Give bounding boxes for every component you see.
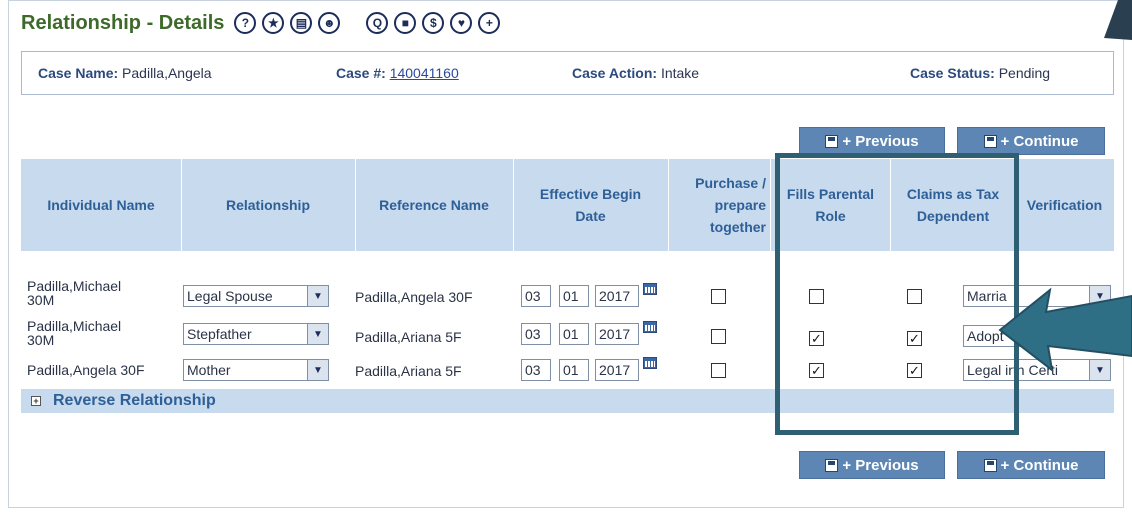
stop-icon[interactable]: ■	[394, 12, 417, 34]
case-status: Case Status: Pending	[910, 65, 1051, 81]
col-relationship: Relationship	[181, 159, 356, 251]
dollar-icon[interactable]: $	[422, 12, 445, 34]
case-number: Case #: 140041160	[336, 65, 459, 81]
reference-name: Padilla,Angela 30F	[355, 289, 473, 305]
case-name: Case Name: Padilla,Angela	[38, 65, 212, 81]
calendar-icon[interactable]	[643, 357, 657, 369]
expand-icon[interactable]: +	[31, 396, 41, 406]
chevron-down-icon: ▼	[307, 324, 328, 344]
previous-button-top[interactable]: + Previous	[799, 127, 945, 155]
purchase-checkbox[interactable]	[711, 363, 726, 378]
year-input[interactable]: 2017	[595, 359, 639, 381]
case-action: Case Action: Intake	[572, 65, 700, 81]
case-number-link[interactable]: 140041160	[390, 65, 459, 81]
document-icon[interactable]: ▤	[290, 12, 313, 34]
col-individual-name: Individual Name	[21, 159, 182, 251]
person-icon[interactable]: ☻	[318, 12, 341, 34]
title-bar: Relationship - Details ? ★ ▤ ☻ Q ■ $ ♥ +	[21, 7, 501, 39]
save-icon	[983, 134, 997, 148]
case-summary: Case Name: Padilla,Angela Case #: 140041…	[21, 51, 1114, 95]
pointer-arrow-icon	[998, 287, 1132, 373]
purchase-checkbox[interactable]	[711, 329, 726, 344]
help-icon[interactable]: ?	[234, 12, 257, 34]
col-effective-begin-date: Effective Begin Date	[513, 159, 669, 251]
day-input[interactable]: 01	[559, 359, 589, 381]
star-icon[interactable]: ★	[262, 12, 285, 34]
continue-button-bottom[interactable]: + Continue	[957, 451, 1105, 479]
chevron-down-icon: ▼	[307, 286, 328, 306]
relationship-select[interactable]: Stepfather ▼	[183, 323, 329, 345]
save-icon	[825, 458, 839, 472]
individual-name: Padilla,Michael 30M	[27, 318, 122, 348]
reverse-relationship-label: Reverse Relationship	[53, 392, 216, 409]
calendar-icon[interactable]	[643, 321, 657, 333]
col-reference-name: Reference Name	[355, 159, 514, 251]
individual-name: Padilla,Angela 30F	[27, 362, 145, 378]
year-input[interactable]: 2017	[595, 285, 639, 307]
month-input[interactable]: 03	[521, 323, 551, 345]
calendar-icon[interactable]	[643, 283, 657, 295]
page-title: Relationship - Details	[21, 11, 225, 34]
highlight-box	[775, 153, 1019, 435]
relationship-details-page: Relationship - Details ? ★ ▤ ☻ Q ■ $ ♥ +…	[8, 0, 1124, 508]
reference-name: Padilla,Ariana 5F	[355, 363, 462, 379]
chat-plus-icon[interactable]: +	[478, 12, 501, 34]
month-input[interactable]: 03	[521, 285, 551, 307]
col-verification: Verification	[1026, 197, 1103, 213]
previous-button-bottom[interactable]: + Previous	[799, 451, 945, 479]
chevron-down-icon: ▼	[307, 360, 328, 380]
chat-icon[interactable]: ♥	[450, 12, 473, 34]
year-input[interactable]: 2017	[595, 323, 639, 345]
purchase-checkbox[interactable]	[711, 289, 726, 304]
relationship-select[interactable]: Legal Spouse ▼	[183, 285, 329, 307]
save-icon	[983, 458, 997, 472]
continue-button-top[interactable]: + Continue	[957, 127, 1105, 155]
q-icon[interactable]: Q	[366, 12, 389, 34]
corner-arrow-icon	[1104, 0, 1132, 40]
reference-name: Padilla,Ariana 5F	[355, 329, 462, 345]
col-purchase-prepare: Purchase / prepare together	[669, 159, 771, 251]
month-input[interactable]: 03	[521, 359, 551, 381]
day-input[interactable]: 01	[559, 323, 589, 345]
relationship-select[interactable]: Mother ▼	[183, 359, 329, 381]
day-input[interactable]: 01	[559, 285, 589, 307]
individual-name: Padilla,Michael 30M	[27, 278, 122, 308]
save-icon	[825, 134, 839, 148]
